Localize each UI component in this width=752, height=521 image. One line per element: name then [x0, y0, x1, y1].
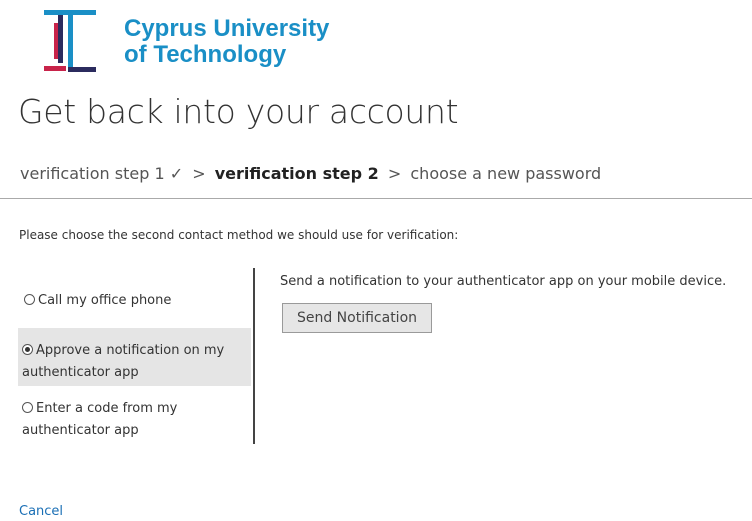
instruction-text: Please choose the second contact method … — [19, 228, 459, 242]
method-option-authenticator-code[interactable]: Enter a code from my authenticator app — [18, 396, 251, 446]
send-notification-button[interactable]: Send Notification — [282, 303, 432, 333]
page-title: Get back into your account — [18, 92, 459, 131]
breadcrumb-step-1: verification step 1 ✓ — [20, 164, 184, 183]
method-label: Approve a notification on my authenticat… — [22, 343, 225, 380]
notification-description: Send a notification to your authenticato… — [280, 274, 727, 289]
radio-button[interactable] — [22, 402, 33, 413]
breadcrumb-separator: > — [192, 164, 206, 183]
university-name-line2: of Technology — [124, 41, 287, 68]
method-option-office-phone[interactable]: Call my office phone — [18, 290, 251, 320]
radio-button[interactable] — [24, 294, 35, 305]
breadcrumb-step-2: verification step 2 — [214, 164, 379, 183]
university-name-line1: Cyprus University — [124, 15, 330, 42]
vertical-separator — [253, 268, 255, 444]
cut-logo-icon — [44, 10, 96, 72]
university-name: Cyprus University of Technology — [124, 16, 329, 68]
breadcrumb-separator: > — [387, 164, 402, 183]
method-option-authenticator-notification[interactable]: Approve a notification on my authenticat… — [18, 328, 251, 386]
breadcrumb-step-3: choose a new password — [410, 164, 602, 183]
breadcrumb: verification step 1 ✓ > verification ste… — [20, 164, 601, 183]
cancel-link[interactable]: Cancel — [19, 504, 63, 519]
password-reset-page: Cyprus University of Technology Get back… — [0, 0, 752, 521]
radio-button-selected[interactable] — [22, 344, 33, 355]
method-label: Call my office phone — [38, 293, 172, 308]
method-label: Enter a code from my authenticator app — [22, 401, 178, 438]
divider — [0, 198, 752, 199]
